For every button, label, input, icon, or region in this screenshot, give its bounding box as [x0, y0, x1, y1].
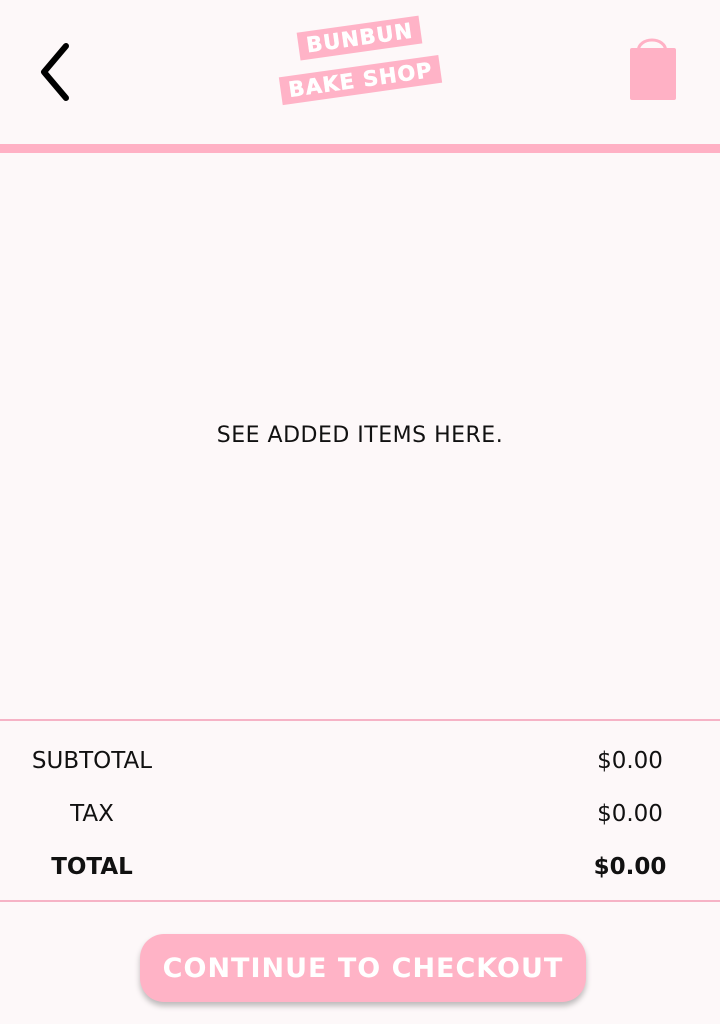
subtotal-value: $0.00 [597, 748, 663, 774]
logo-line-1: BUNBUN [296, 15, 423, 61]
back-button[interactable] [34, 40, 78, 104]
shopping-bag-button[interactable] [626, 28, 678, 102]
subtotal-label: SUBTOTAL [31, 748, 153, 774]
chevron-left-icon [41, 43, 69, 101]
order-summary: SUBTOTAL $0.00 TAX $0.00 TOTAL $0.00 [0, 719, 720, 902]
cart-screen: BUNBUN BAKE SHOP SEE ADDED ITEMS HERE. S… [0, 0, 720, 1024]
empty-cart-message: SEE ADDED ITEMS HERE. [216, 423, 504, 448]
total-label: TOTAL [51, 854, 133, 880]
cart-items-area: SEE ADDED ITEMS HERE. [0, 153, 720, 719]
shop-logo[interactable]: BUNBUN BAKE SHOP [276, 14, 448, 122]
tax-row: TAX $0.00 [0, 794, 720, 834]
subtotal-row: SUBTOTAL $0.00 [0, 741, 720, 781]
continue-to-checkout-button[interactable]: CONTINUE TO CHECKOUT [140, 934, 586, 1002]
logo-line-2: BAKE SHOP [278, 54, 443, 106]
header: BUNBUN BAKE SHOP [0, 0, 720, 144]
shopping-bag-icon [630, 38, 676, 100]
header-divider [0, 144, 720, 153]
total-value: $0.00 [593, 854, 667, 880]
tax-value: $0.00 [597, 801, 663, 827]
total-row: TOTAL $0.00 [0, 847, 720, 887]
tax-label: TAX [70, 801, 114, 827]
